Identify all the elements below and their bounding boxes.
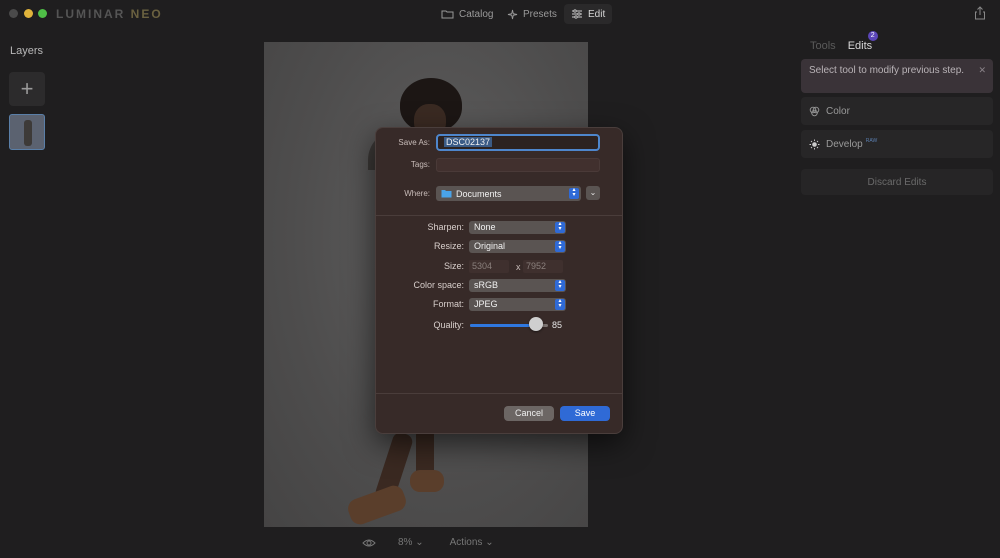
cancel-button[interactable]: Cancel	[504, 406, 554, 421]
edit-step-develop[interactable]: Develop RAW	[801, 130, 993, 158]
divider	[376, 393, 622, 394]
plus-icon: +	[20, 76, 34, 101]
size-separator: x	[516, 262, 521, 272]
quality-value: 85	[552, 320, 563, 330]
title-bar: LUMINAR NEO Catalog Presets Edit	[0, 0, 1000, 28]
chevron-down-icon: ⌄	[589, 188, 597, 197]
close-icon[interactable]: ✕	[978, 64, 986, 76]
edit-step-color[interactable]: Color	[801, 97, 993, 125]
zoom-window-button[interactable]	[38, 9, 47, 18]
save-as-input[interactable]: DSC02137	[436, 134, 600, 151]
right-panel-tabs: Tools Edits 2	[810, 31, 878, 52]
add-layer-button[interactable]: +	[9, 72, 45, 106]
folder-icon	[441, 190, 452, 198]
minimize-window-button[interactable]	[24, 9, 33, 18]
save-button[interactable]: Save	[560, 406, 610, 421]
quality-label: Quality:	[433, 320, 464, 330]
share-icon	[975, 6, 985, 20]
resize-label: Resize:	[433, 241, 464, 251]
select-stepper-icon: ▴ ▾	[555, 279, 565, 291]
sun-icon	[809, 139, 820, 149]
color-space-select[interactable]: sRGB ▴ ▾	[469, 279, 566, 292]
tags-label: Tags:	[410, 160, 430, 169]
nav-presets[interactable]: Presets	[500, 4, 564, 24]
export-dialog: Save As: DSC02137 Tags: Where: Documents…	[375, 127, 623, 434]
edit-step-label: Develop	[826, 138, 863, 150]
sharpen-select[interactable]: None ▴ ▾	[469, 221, 566, 234]
hint-banner: Select tool to modify previous step. ✕	[801, 59, 993, 93]
size-label: Size:	[443, 261, 464, 271]
app-logo: LUMINAR NEO	[56, 7, 163, 21]
quality-slider-handle[interactable]	[529, 317, 544, 331]
where-label: Where:	[404, 189, 430, 198]
hint-text: Select tool to modify previous step.	[809, 65, 965, 76]
nav-catalog-label: Catalog	[459, 8, 494, 20]
bottom-toolbar: 8% ⌄ Actions ⌄	[362, 537, 494, 548]
actions-dropdown[interactable]: Actions ⌄	[450, 537, 494, 548]
layer-thumbnail[interactable]	[9, 114, 45, 150]
share-button[interactable]	[974, 6, 986, 23]
color-icon	[809, 106, 820, 116]
tab-edits[interactable]: Edits 2	[848, 31, 878, 52]
height-field: 7952	[523, 260, 563, 273]
chevron-down-icon: ⌄	[415, 537, 424, 548]
color-space-label: Color space:	[413, 280, 464, 290]
edits-count-badge: 2	[867, 31, 878, 41]
where-select[interactable]: Documents ▴ ▾	[436, 186, 581, 201]
select-stepper-icon: ▴ ▾	[569, 187, 579, 199]
zoom-dropdown[interactable]: 8% ⌄	[398, 537, 424, 548]
save-as-label: Save As:	[398, 138, 430, 147]
nav-catalog[interactable]: Catalog	[434, 4, 500, 24]
width-field: 5304	[469, 260, 509, 273]
resize-select[interactable]: Original ▴ ▾	[469, 240, 566, 253]
nav-presets-label: Presets	[523, 8, 557, 20]
select-stepper-icon: ▴ ▾	[555, 240, 565, 252]
divider	[376, 215, 622, 216]
nav-edit[interactable]: Edit	[564, 4, 613, 24]
expand-dialog-button[interactable]: ⌄	[586, 186, 600, 200]
nav-edit-label: Edit	[588, 8, 606, 20]
format-label: Format:	[432, 299, 464, 309]
chevron-down-icon: ⌄	[485, 537, 494, 548]
edit-step-label: Color	[826, 105, 850, 117]
tags-input[interactable]	[436, 158, 600, 172]
eye-icon[interactable]	[362, 538, 376, 548]
folder-icon	[441, 10, 454, 19]
sparkle-icon	[507, 9, 518, 19]
layers-title: Layers	[10, 45, 44, 57]
close-window-button[interactable]	[9, 9, 18, 18]
raw-tag: RAW	[865, 137, 878, 144]
tab-tools[interactable]: Tools	[810, 40, 836, 52]
select-stepper-icon: ▴ ▾	[555, 221, 565, 233]
quality-slider-fill	[470, 324, 537, 327]
select-stepper-icon: ▴ ▾	[555, 298, 565, 310]
sharpen-label: Sharpen:	[427, 222, 464, 232]
where-value: Documents	[456, 188, 502, 199]
discard-edits-button[interactable]: Discard Edits	[801, 169, 993, 195]
sliders-icon	[572, 9, 582, 19]
format-select[interactable]: JPEG ▴ ▾	[469, 298, 566, 311]
